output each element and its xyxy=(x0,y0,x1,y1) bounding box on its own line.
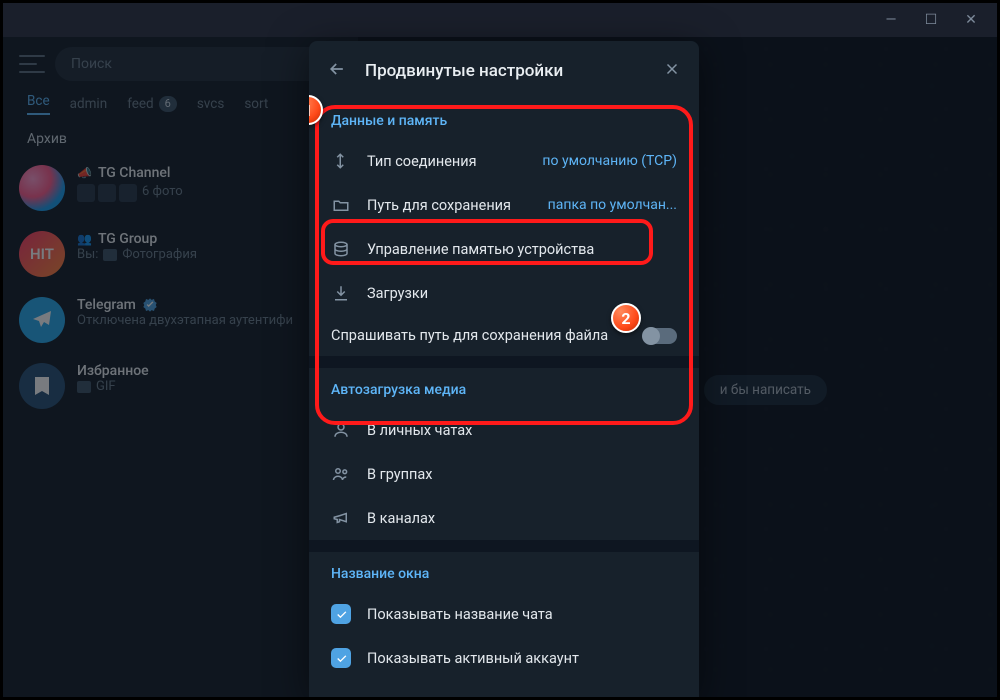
row-channels[interactable]: В каналах xyxy=(309,496,699,540)
window-titlebar: — ☐ ✕ xyxy=(3,3,997,37)
row-storage-management[interactable]: Управление памятью устройства xyxy=(309,227,699,271)
row-show-active-account[interactable]: Показывать активный аккаунт xyxy=(309,636,699,680)
section-title-window: Название окна xyxy=(309,552,699,592)
row-value: папка по умолчан... xyxy=(548,197,677,213)
user-icon xyxy=(331,420,351,440)
archive-header[interactable]: Архив xyxy=(3,121,358,155)
chat-row[interactable]: Telegram13 Отключена двухэтапная аутенти… xyxy=(3,287,358,353)
thumb-icon xyxy=(103,249,117,261)
megaphone-icon xyxy=(331,508,351,528)
folder-tab-admin[interactable]: admin xyxy=(70,96,108,112)
storage-icon xyxy=(331,239,351,259)
connection-icon xyxy=(331,151,351,171)
folder-tab-all[interactable]: Все xyxy=(27,93,50,115)
chat-name: TG Channel xyxy=(98,165,170,181)
avatar xyxy=(19,165,65,211)
chat-list: 📣TG Channel 6 фото HIT 👥TG Group Вы:Фото… xyxy=(3,155,358,697)
checkbox-checked[interactable] xyxy=(331,604,351,624)
close-window-button[interactable]: ✕ xyxy=(961,12,981,28)
row-connection-type[interactable]: Тип соединения по умолчанию (TCP) xyxy=(309,139,699,183)
folder-tabs: Все admin feed6 svcs sort xyxy=(3,89,358,121)
folder-tab-feed[interactable]: feed6 xyxy=(127,96,177,112)
verified-icon xyxy=(142,297,158,313)
folder-tab-sort[interactable]: sort xyxy=(244,96,268,112)
row-value: по умолчанию (TCP) xyxy=(542,153,677,169)
main-menu-icon[interactable] xyxy=(19,55,45,73)
chat-name: TG Group xyxy=(98,231,157,247)
search-input[interactable]: Поиск xyxy=(55,47,342,81)
folder-icon xyxy=(331,195,351,215)
row-downloads[interactable]: Загрузки xyxy=(309,271,699,315)
minimize-button[interactable]: — xyxy=(881,12,901,28)
row-download-path[interactable]: Путь для сохранения папка по умолчан... xyxy=(309,183,699,227)
folder-badge: 6 xyxy=(159,96,177,112)
sidebar: Поиск Все admin feed6 svcs sort Архив 📣 T… xyxy=(3,37,358,697)
row-private-chats[interactable]: В личных чатах xyxy=(309,408,699,452)
channel-icon: 📣 xyxy=(77,166,92,180)
settings-panel: Продвинутые настройки Данные и память Ти… xyxy=(309,41,699,697)
group-icon: 👥 xyxy=(77,232,92,246)
chat-row[interactable]: 📣TG Channel 6 фото xyxy=(3,155,358,221)
callout-badge-2: 2 xyxy=(611,303,641,333)
chat-name: Избранное xyxy=(77,363,149,379)
maximize-button[interactable]: ☐ xyxy=(921,12,941,28)
group-icon xyxy=(331,464,351,484)
section-title-autoload: Автозагрузка медиа xyxy=(309,368,699,408)
chat-row[interactable]: Избранное3 GIF xyxy=(3,353,358,419)
row-groups[interactable]: В группах xyxy=(309,452,699,496)
chat-name: Telegram xyxy=(77,297,136,313)
checkbox-checked[interactable] xyxy=(331,648,351,668)
close-panel-button[interactable] xyxy=(663,60,681,82)
avatar xyxy=(19,297,65,343)
download-icon xyxy=(331,283,351,303)
thumb-icon xyxy=(77,381,91,393)
panel-title: Продвинутые настройки xyxy=(365,61,645,81)
avatar xyxy=(19,363,65,409)
empty-hint: и бы написать xyxy=(704,375,827,405)
folder-tab-svcs[interactable]: svcs xyxy=(197,96,224,112)
avatar: HIT xyxy=(19,231,65,277)
chat-row[interactable]: HIT 👥TG Group Вы:Фотография xyxy=(3,221,358,287)
section-title-data: Данные и память xyxy=(309,99,699,139)
back-button[interactable] xyxy=(327,59,347,83)
ask-path-toggle[interactable] xyxy=(643,328,677,344)
row-show-chat-title[interactable]: Показывать название чата xyxy=(309,592,699,636)
